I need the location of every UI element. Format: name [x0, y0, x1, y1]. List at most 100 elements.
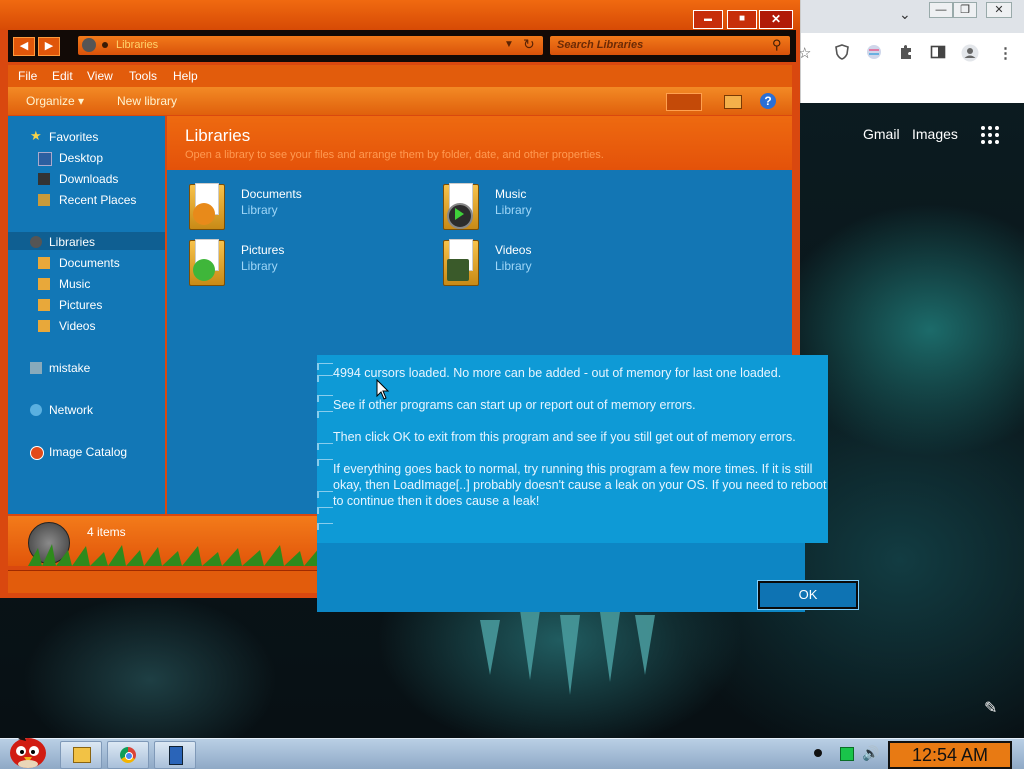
videos-icon: [38, 320, 50, 332]
dialog-paragraph: See if other programs can start up or re…: [333, 398, 696, 412]
taskbar-chrome-button[interactable]: [107, 741, 149, 769]
puzzle-icon[interactable]: [898, 44, 914, 64]
menu-bar: File Edit View Tools Help: [8, 65, 792, 87]
nav-libraries[interactable]: Libraries: [49, 235, 95, 249]
tab-search-chevron-icon[interactable]: ⌄: [899, 6, 911, 23]
menu-tools[interactable]: Tools: [129, 69, 157, 83]
images-link[interactable]: Images: [912, 126, 958, 142]
kebab-menu-icon[interactable]: ⋮: [998, 44, 1013, 62]
library-name: Videos: [495, 243, 532, 257]
homegroup-icon: [30, 362, 42, 374]
profile-icon[interactable]: [961, 44, 979, 66]
app-icon: [169, 746, 183, 765]
maximize-button[interactable]: ■: [727, 10, 757, 29]
out-of-memory-dialog: 4994 cursors loaded. No more can be adde…: [317, 355, 859, 612]
nav-videos[interactable]: Videos: [59, 319, 95, 333]
start-button-bird-icon[interactable]: [4, 733, 52, 769]
breadcrumb-chevron-icon: [102, 42, 108, 48]
menu-view[interactable]: View: [87, 69, 113, 83]
breadcrumb[interactable]: Libraries: [116, 39, 158, 51]
nav-mistake[interactable]: mistake: [49, 361, 90, 375]
dialog-button-area: [317, 543, 805, 612]
help-button[interactable]: ?: [760, 93, 776, 109]
search-input[interactable]: Search Libraries ⚲: [550, 36, 790, 55]
library-videos[interactable]: Videos Library: [443, 239, 673, 288]
documents-folder-icon: [189, 183, 225, 230]
library-pictures[interactable]: Pictures Library: [189, 239, 419, 288]
dialog-message-area: 4994 cursors loaded. No more can be adde…: [317, 355, 828, 543]
shield-icon[interactable]: [835, 44, 849, 64]
gmail-link[interactable]: Gmail: [863, 126, 900, 142]
network-tray-icon[interactable]: [840, 747, 854, 761]
nav-documents[interactable]: Documents: [59, 256, 120, 270]
organize-button[interactable]: Organize ▾: [26, 94, 84, 108]
library-type: Library: [241, 259, 278, 273]
wallpaper-detail: [480, 620, 500, 675]
nav-network[interactable]: Network: [49, 403, 93, 417]
search-icon[interactable]: ⚲: [772, 37, 782, 53]
wallpaper-detail: [600, 612, 620, 682]
library-name: Music: [495, 187, 527, 201]
clock[interactable]: 12:54 AM: [888, 741, 1012, 769]
pencil-icon[interactable]: ✎: [984, 698, 997, 718]
address-dropdown-icon[interactable]: ▼: [504, 39, 514, 50]
music-icon: [38, 278, 50, 290]
menu-help[interactable]: Help: [173, 69, 198, 83]
ok-button[interactable]: OK: [757, 580, 859, 610]
search-placeholder: Search Libraries: [557, 39, 644, 51]
wallpaper-detail: [635, 615, 655, 675]
extension-badge-icon[interactable]: [866, 44, 882, 64]
nav-image-catalog[interactable]: Image Catalog: [49, 445, 127, 459]
close-button[interactable]: ✕: [759, 10, 793, 29]
menu-file[interactable]: File: [18, 69, 37, 83]
menu-edit[interactable]: Edit: [52, 69, 73, 83]
nav-downloads[interactable]: Downloads: [59, 172, 118, 186]
chrome-titlebar: ⌄ — ❐ ✕: [801, 0, 1024, 33]
pictures-folder-icon: [189, 239, 225, 286]
taskbar-app-button[interactable]: [154, 741, 196, 769]
chrome-restore-button[interactable]: ❐: [953, 2, 977, 18]
command-bar: Organize ▾ New library ?: [8, 87, 792, 115]
taskbar-explorer-button[interactable]: [60, 741, 102, 769]
dialog-paragraph: 4994 cursors loaded. No more can be adde…: [333, 366, 782, 380]
star-icon[interactable]: ☆: [798, 44, 811, 62]
google-apps-icon[interactable]: [981, 126, 999, 144]
forward-button[interactable]: ▶: [38, 37, 60, 56]
music-folder-icon: [443, 183, 479, 230]
preview-pane-icon[interactable]: [724, 95, 742, 109]
sidebar-icon[interactable]: [930, 44, 946, 64]
volume-icon[interactable]: 🔊: [862, 745, 879, 762]
taskbar: 🔊 12:54 AM: [0, 735, 1024, 769]
library-name: Documents: [241, 187, 302, 201]
back-button[interactable]: ◀: [13, 37, 35, 56]
image-catalog-icon: [30, 446, 44, 460]
library-type: Library: [495, 203, 532, 217]
library-name: Pictures: [241, 243, 285, 257]
libraries-globe-icon: [82, 38, 96, 52]
library-music[interactable]: Music Library: [443, 183, 673, 232]
page-title: Libraries: [185, 126, 251, 145]
view-options-icon[interactable]: [666, 93, 702, 111]
nav-desktop[interactable]: Desktop: [59, 151, 103, 165]
nav-music[interactable]: Music: [59, 277, 90, 291]
minimize-button[interactable]: ▬: [693, 10, 723, 29]
nav-favorites[interactable]: Favorites: [49, 130, 98, 144]
favorites-star-icon: ★: [30, 128, 42, 143]
library-documents[interactable]: Documents Library: [189, 183, 419, 232]
wallpaper-detail: [560, 615, 580, 695]
explorer-titlebar[interactable]: ▬ ■ ✕: [0, 0, 800, 30]
chrome-close-button[interactable]: ✕: [986, 2, 1012, 18]
new-library-button[interactable]: New library: [117, 94, 177, 108]
grass-decoration: [28, 544, 324, 566]
tray-status-icon[interactable]: [814, 749, 822, 757]
address-bar[interactable]: Libraries ▼ ↻: [78, 36, 543, 55]
nav-recent-places[interactable]: Recent Places: [59, 193, 136, 207]
dialog-message: 4994 cursors loaded. No more can be adde…: [333, 365, 828, 525]
library-type: Library: [241, 203, 278, 217]
refresh-icon[interactable]: ↻: [523, 36, 535, 53]
nav-pictures[interactable]: Pictures: [59, 298, 102, 312]
item-count: 4 items: [87, 525, 126, 539]
chrome-minimize-button[interactable]: —: [929, 2, 953, 18]
downloads-icon: [38, 173, 50, 185]
pictures-icon: [38, 299, 50, 311]
